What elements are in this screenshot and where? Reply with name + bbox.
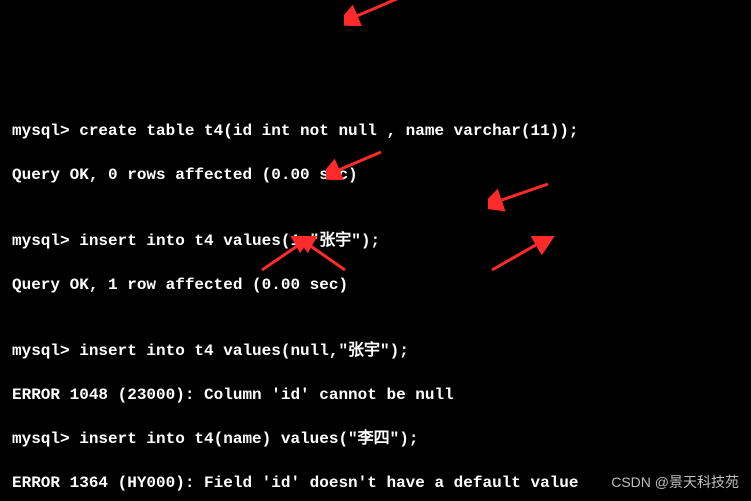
result-ok-1row: Query OK, 1 row affected (0.00 sec) [12,274,739,296]
sql-insert-1: mysql> insert into t4 values(1,"张宇"); [12,230,739,252]
error-1048: ERROR 1048 (23000): Column 'id' cannot b… [12,384,739,406]
sql-insert-name: mysql> insert into t4(name) values("李四")… [12,428,739,450]
terminal-output: mysql> create table t4(id int not null ,… [0,88,751,501]
arrow-not-null-icon [344,0,404,26]
sql-insert-null: mysql> insert into t4 values(null,"张宇"); [12,340,739,362]
result-ok-0rows: Query OK, 0 rows affected (0.00 sec) [12,164,739,186]
watermark: CSDN @景天科技苑 [611,471,739,493]
sql-create-table: mysql> create table t4(id int not null ,… [12,120,739,142]
